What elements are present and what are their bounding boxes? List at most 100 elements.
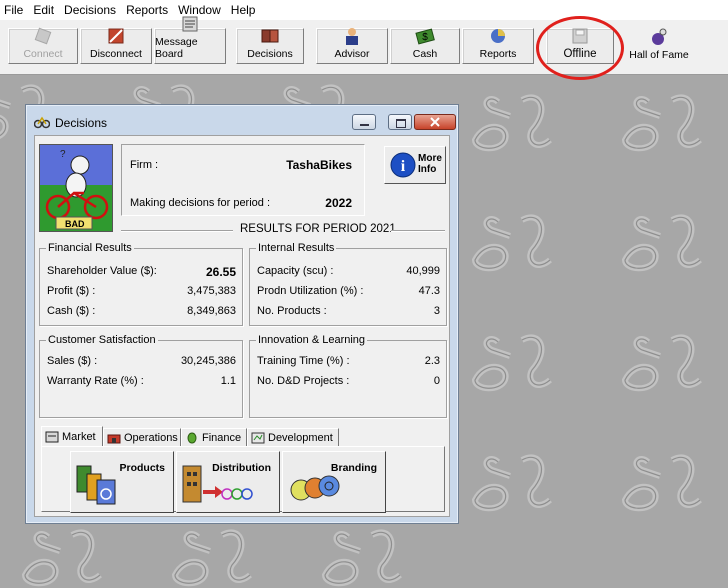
message-board-icon xyxy=(180,14,200,34)
more-info-label: More Info xyxy=(418,153,442,175)
innovation-learning-group: Innovation & Learning Training Time (%) … xyxy=(249,334,447,418)
no-products-label: No. Products : xyxy=(257,305,327,317)
decisions-window: Decisions ? BAD Firm: TashaBikes Making… xyxy=(25,104,459,524)
firm-value: TashaBikes xyxy=(286,158,352,172)
cyclist-image: ? BAD xyxy=(39,144,113,232)
profit-label: Profit ($) : xyxy=(47,285,96,297)
period-label: Making decisions for period : xyxy=(130,197,271,209)
info-icon: i xyxy=(390,152,416,178)
prodn-utilization-row: Prodn Utilization (%) : 47.3 xyxy=(257,285,440,299)
shareholder-value-label: Shareholder Value ($): xyxy=(47,265,157,277)
results-divider-right xyxy=(391,230,445,232)
more-info-button[interactable]: i More Info xyxy=(384,146,446,184)
advisor-button[interactable]: Advisor xyxy=(316,28,388,64)
capacity-label: Capacity (scu) : xyxy=(257,265,334,277)
cash-label: Cash ($) : xyxy=(47,305,96,317)
minimize-button[interactable] xyxy=(352,114,376,130)
menu-file[interactable]: File xyxy=(0,0,28,20)
sales-label: Sales ($) : xyxy=(47,355,98,367)
advisor-label: Advisor xyxy=(334,48,370,60)
cash-row: Cash ($) : 8,349,863 xyxy=(47,305,236,319)
tab-development[interactable]: Development xyxy=(247,428,339,446)
profit-value: 3,475,383 xyxy=(187,285,236,297)
financial-results-title: Financial Results xyxy=(46,242,134,254)
dd-projects-row: No. D&D Projects : 0 xyxy=(257,375,440,389)
prodn-utilization-value: 47.3 xyxy=(418,285,440,297)
firm-label: Firm : xyxy=(130,159,159,171)
products-label: Products xyxy=(119,462,165,474)
period-value: 2022 xyxy=(325,196,352,210)
cash-icon: $ xyxy=(415,26,435,46)
decisions-label: Decisions xyxy=(247,48,293,60)
decisions-panel: ? BAD Firm : TashaBikes Making decisions… xyxy=(34,135,450,517)
close-icon xyxy=(430,117,440,127)
coins-icon xyxy=(187,432,197,443)
sales-row: Sales ($) : 30,245,386 xyxy=(47,355,236,369)
firm-info-box: Firm : TashaBikes Making decisions for p… xyxy=(121,144,365,216)
results-title: RESULTS FOR PERIOD 2021 xyxy=(240,223,396,235)
dd-projects-label: No. D&D Projects : xyxy=(257,375,350,387)
minimize-icon xyxy=(360,124,369,126)
warranty-rate-label: Warranty Rate (%) : xyxy=(47,375,144,387)
warranty-rate-value: 1.1 xyxy=(220,375,236,387)
capacity-row: Capacity (scu) : 40,999 xyxy=(257,265,440,279)
message-board-button[interactable]: Message Board xyxy=(154,16,226,64)
branding-button[interactable]: Branding xyxy=(282,451,386,513)
maximize-icon xyxy=(396,119,406,128)
highlight-circle xyxy=(536,16,624,80)
profit-row: Profit ($) : 3,475,383 xyxy=(47,285,236,299)
tab-finance-label: Finance xyxy=(202,431,242,444)
tab-market[interactable]: Market xyxy=(41,426,103,446)
maximize-button[interactable] xyxy=(388,114,412,130)
menu-edit[interactable]: Edit xyxy=(28,0,59,20)
disconnect-label: Disconnect xyxy=(90,48,142,60)
connect-icon xyxy=(33,26,53,46)
message-board-label: Message Board xyxy=(155,36,198,60)
no-products-row: No. Products : 3 xyxy=(257,305,440,319)
trophy-icon xyxy=(649,27,669,47)
reports-button[interactable]: Reports xyxy=(462,28,534,64)
menu-help[interactable]: Help xyxy=(226,0,261,20)
reports-label: Reports xyxy=(479,48,517,60)
cash-label: Cash xyxy=(412,48,438,60)
tab-operations-label: Operations xyxy=(124,431,178,444)
pie-chart-icon xyxy=(488,26,508,46)
cash-value: 8,349,863 xyxy=(187,305,236,317)
internal-results-title: Internal Results xyxy=(256,242,337,254)
decisions-button[interactable]: Decisions xyxy=(236,28,304,64)
hall-of-fame-label: Hall of Fame xyxy=(629,49,689,61)
connect-button[interactable]: Connect xyxy=(8,26,78,64)
tab-operations[interactable]: Operations xyxy=(103,428,181,446)
distribution-label: Distribution xyxy=(212,462,271,474)
capacity-value: 40,999 xyxy=(406,265,440,277)
shareholder-value: 26.55 xyxy=(205,265,236,279)
customer-satisfaction-group: Customer Satisfaction Sales ($) : 30,245… xyxy=(39,334,243,418)
training-time-row: Training Time (%) : 2.3 xyxy=(257,355,440,369)
factory-icon xyxy=(107,434,121,443)
market-tab-panel: Products Distribution Branding xyxy=(41,446,445,513)
disconnect-button[interactable]: Disconnect xyxy=(80,28,152,64)
products-button[interactable]: Products xyxy=(70,451,174,513)
cash-button[interactable]: $ Cash xyxy=(390,28,460,64)
no-products-value: 3 xyxy=(433,305,440,317)
hall-of-fame-button[interactable]: Hall of Fame xyxy=(624,28,694,64)
sales-value: 30,245,386 xyxy=(180,355,236,367)
tab-finance[interactable]: Finance xyxy=(181,428,247,446)
results-divider-left xyxy=(121,230,233,232)
menu-reports[interactable]: Reports xyxy=(121,0,173,20)
menu-decisions[interactable]: Decisions xyxy=(59,0,121,20)
book-icon xyxy=(260,26,280,46)
close-button[interactable] xyxy=(414,114,456,130)
svg-text:$: $ xyxy=(422,32,428,43)
market-icon xyxy=(45,431,59,442)
bike-logo-icon xyxy=(33,115,51,129)
svg-text:?: ? xyxy=(60,149,66,160)
training-time-value: 2.3 xyxy=(424,355,440,367)
dd-projects-value: 0 xyxy=(433,375,440,387)
financial-results-group: Financial Results Shareholder Value ($):… xyxy=(39,242,243,326)
tab-development-label: Development xyxy=(268,431,333,444)
bad-badge: BAD xyxy=(65,219,85,229)
prodn-utilization-label: Prodn Utilization (%) : xyxy=(257,285,364,297)
innovation-learning-title: Innovation & Learning xyxy=(256,334,368,346)
distribution-button[interactable]: Distribution xyxy=(176,451,280,513)
